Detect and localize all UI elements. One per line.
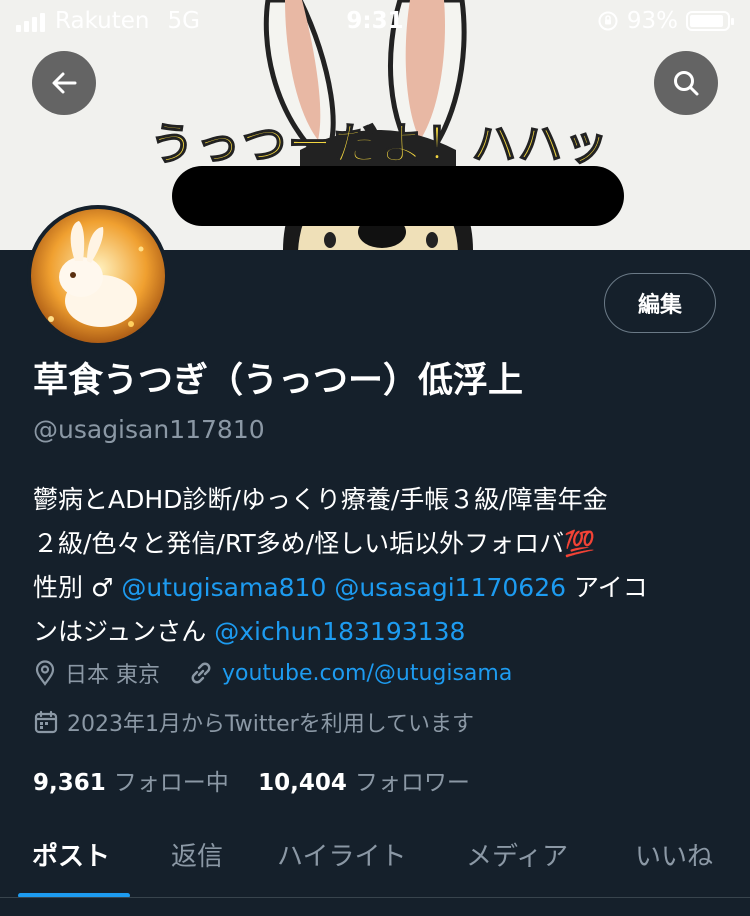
back-button[interactable] [32,51,96,115]
edit-profile-button[interactable]: 編集 [604,273,716,333]
calendar-icon [33,709,59,735]
rabbit-avatar-image [31,209,165,343]
tab-media[interactable]: メディア [466,836,568,873]
bio-text: ンはジュンさん [33,617,215,646]
following-link[interactable]: 9,361 フォロー中 [33,770,236,796]
bio-line: 性別 ♂ @utugisama810 @usasagi1170626 アイコ [33,566,723,610]
mention-link[interactable]: @utugisama810 [121,573,326,602]
profile-display-name: 草食うつぎ（うっつー）低浮上 [33,361,524,401]
tab-likes[interactable]: いいね [635,836,713,873]
avatar[interactable] [27,205,169,347]
profile-location: 日本 東京 [65,663,160,688]
bio-line: ２級/色々と発信/RT多め/怪しい垢以外フォロバ💯 [33,529,596,558]
redaction-bar [172,166,624,226]
tab-replies[interactable]: 返信 [171,836,223,873]
search-icon [674,71,699,96]
bio-line: ンはジュンさん @xichun183193138 [33,610,723,654]
status-bar: Rakuten 5G 9:31 93% [0,0,750,44]
arrow-left-icon [52,72,77,94]
tabs-divider [0,897,750,898]
battery-icon [686,11,734,31]
follow-stats: 9,361 フォロー中 10,404 フォロワー [33,763,470,797]
followers-count: 10,404 [258,770,347,796]
bio-line: 鬱病とADHD診断/ゆっくり療養/手帳３級/障害年金 [33,485,608,514]
followers-link[interactable]: 10,404 フォロワー [258,770,470,796]
tab-highlights[interactable]: ハイライト [277,836,406,873]
search-button[interactable] [654,51,718,115]
profile-meta-row: 日本 東京 youtube.com/@utugisama [33,657,512,689]
battery-percent: 93% [626,8,678,34]
tab-posts[interactable]: ポスト [32,836,110,873]
profile-handle: @usagisan117810 [33,415,265,444]
location-pin-icon [33,660,57,686]
link-icon [188,660,214,686]
profile-tabs: ポスト 返信 ハイライト メディア いいね [0,820,750,900]
profile-website-link[interactable]: youtube.com/@utugisama [222,661,512,686]
banner-caption: うっつーだよ！ハハッ [149,118,610,171]
mention-link[interactable]: @xichun183193138 [214,617,465,646]
mention-link[interactable]: @usasagi1170626 [334,573,566,602]
profile-joined-row: 2023年1月からTwitterを利用しています [33,706,474,738]
profile-bio: 鬱病とADHD診断/ゆっくり療養/手帳３級/障害年金 ２級/色々と発信/RT多め… [33,478,723,654]
followers-label: フォロワー [354,770,470,796]
orientation-lock-icon [598,11,618,31]
profile-joined-date: 2023年1月からTwitterを利用しています [67,712,475,737]
following-count: 9,361 [33,770,106,796]
following-label: フォロー中 [113,770,229,796]
bio-text: アイコ [573,573,648,602]
bio-text: 性別 ♂ [33,573,122,602]
